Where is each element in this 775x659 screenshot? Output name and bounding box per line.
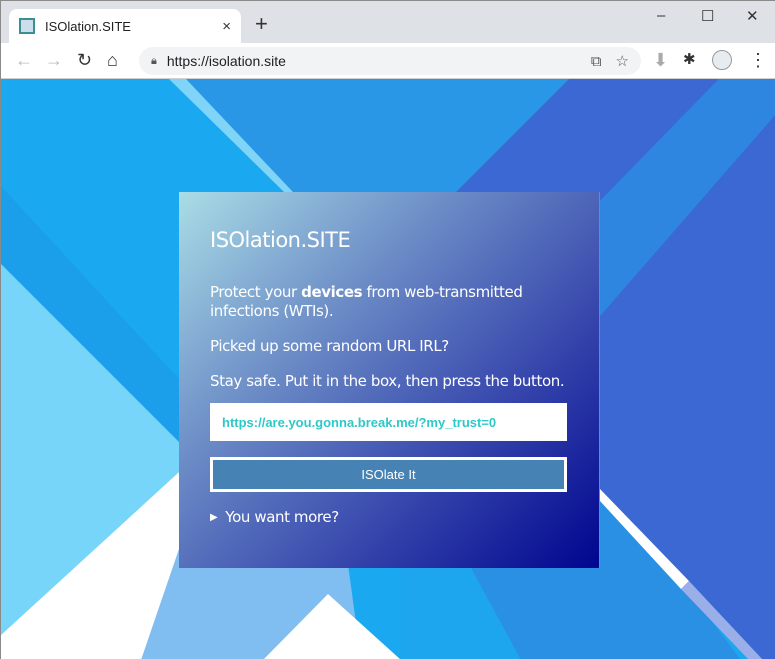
tab-close-icon[interactable]: × [222,18,231,35]
extensions-icon[interactable]: ✱ [683,51,696,69]
page-viewport: ISOlation.SITE Protect your devices from… [1,79,775,659]
url-text[interactable]: https://isolation.site [167,53,577,69]
address-bar[interactable]: 🔒︎ https://isolation.site ⧉ ☆ [139,47,641,75]
tab-strip: ISOlation.SITE × + – ☐ ✕ [1,1,775,43]
intro-bold: devices [301,283,363,301]
menu-icon[interactable]: ⋮ [749,51,767,69]
you-want-more-disclosure[interactable]: ▶ You want more? [210,508,568,526]
close-window-button[interactable]: ✕ [746,7,759,25]
intro-text: Protect your devices from web-transmitte… [210,283,568,321]
isolation-card: ISOlation.SITE Protect your devices from… [179,192,599,568]
intro-pre: Protect your [210,283,302,301]
more-label: You want more? [225,508,339,526]
disclosure-triangle-icon: ▶ [210,511,218,523]
star-icon[interactable]: ☆ [616,52,629,70]
tab-title: ISOlation.SITE [45,18,131,34]
translate-icon[interactable]: ⧉ [591,53,602,70]
isolate-it-button[interactable]: ISOlate It [210,457,567,492]
profile-icon[interactable] [712,50,732,70]
page-title: ISOlation.SITE [210,228,351,252]
minimize-button[interactable]: – [657,7,665,24]
instruction-text: Stay safe. Put it in the box, then press… [210,372,565,390]
forward-icon[interactable]: → [45,51,63,69]
download-icon[interactable]: ⬇ [653,51,668,69]
maximize-button[interactable]: ☐ [701,7,714,25]
question-text: Picked up some random URL IRL? [210,337,449,355]
new-tab-button[interactable]: + [255,13,268,35]
tab-isolation-site[interactable]: ISOlation.SITE × [9,9,241,43]
reload-icon[interactable]: ↻ [77,51,92,69]
favicon-icon [19,18,35,34]
lock-icon[interactable]: 🔒︎ [151,55,157,68]
browser-toolbar: ← → ↻ ⌂ 🔒︎ https://isolation.site ⧉ ☆ ⬇ … [1,43,775,79]
home-icon[interactable]: ⌂ [107,51,118,69]
url-input[interactable] [210,403,567,441]
back-icon[interactable]: ← [15,51,33,69]
